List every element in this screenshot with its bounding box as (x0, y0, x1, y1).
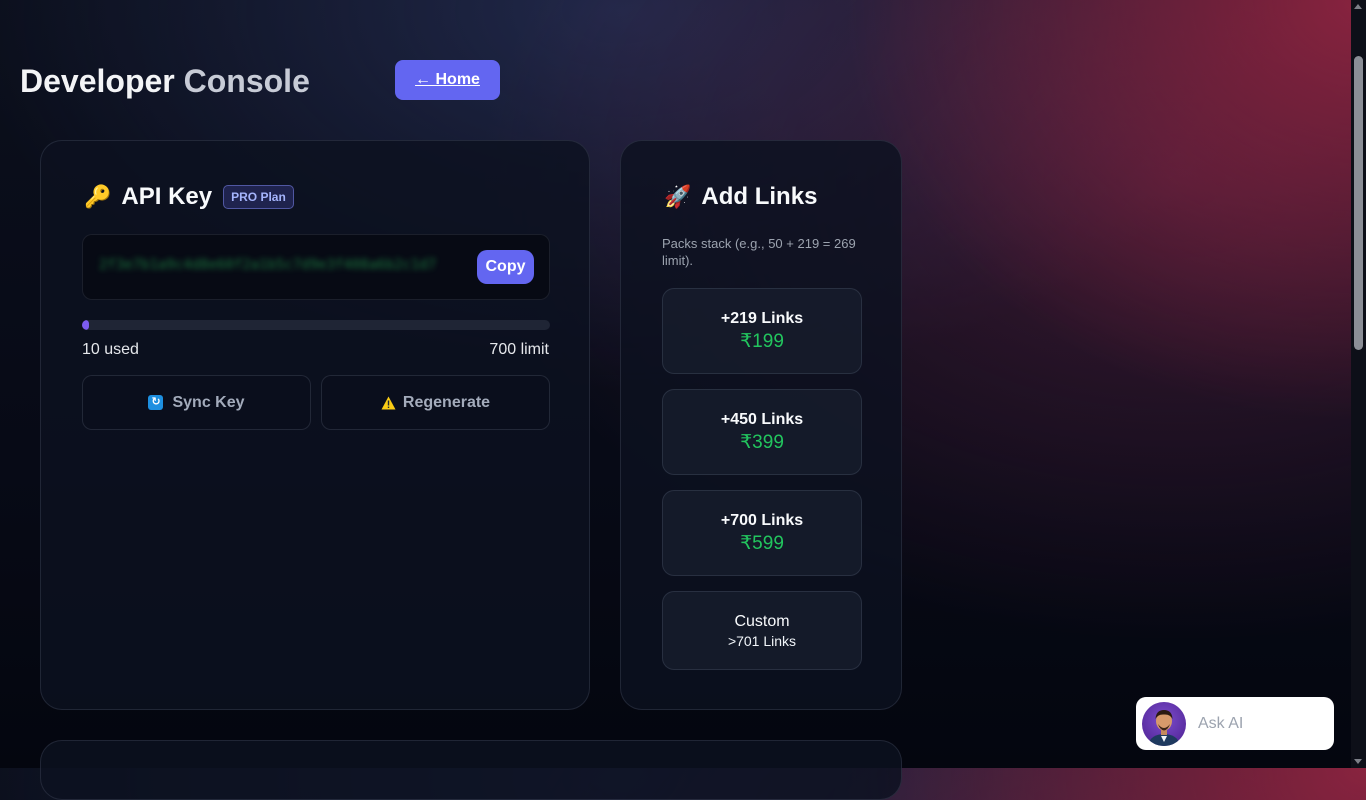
links-description: Packs stack (e.g., 50 + 219 = 269 limit)… (662, 236, 856, 268)
pack-700-links[interactable]: +700 Links ₹599 (662, 490, 862, 576)
pack-custom[interactable]: Custom >701 Links (662, 591, 862, 670)
sync-icon: ↻ (148, 395, 164, 410)
pack-custom-name: Custom (734, 613, 790, 630)
page-title-main: Developer (20, 63, 175, 99)
scroll-down-icon[interactable] (1354, 759, 1362, 764)
pack-name: +700 Links (720, 512, 804, 529)
scroll-up-icon[interactable] (1354, 4, 1362, 9)
rocket-icon: 🚀 (664, 184, 692, 209)
home-button[interactable]: ← Home (395, 60, 500, 100)
page-title-accent: Console (183, 63, 310, 99)
usage-progress-bar (82, 320, 550, 330)
usage-limit-label: 700 limit (489, 341, 549, 358)
avatar (1142, 701, 1186, 746)
usage-progress-fill (82, 320, 89, 330)
scroll-thumb[interactable] (1354, 56, 1363, 350)
pack-price: ₹599 (740, 533, 784, 554)
pack-name: +219 Links (720, 310, 804, 327)
key-icon: 🔑 (84, 184, 112, 209)
add-links-header: 🚀 Add Links (664, 183, 817, 211)
copy-button[interactable]: Copy (477, 250, 534, 284)
pack-219-links[interactable]: +219 Links ₹199 (662, 288, 862, 374)
usage-used-label: 10 used (82, 341, 139, 358)
pack-price: ₹399 (740, 432, 784, 453)
api-key-card: 🔑 API Key PRO Plan 2f3e7b1a9c4d8e60f2a1b… (40, 140, 590, 710)
regenerate-button[interactable]: Regenerate (321, 375, 550, 430)
ask-ai-button[interactable]: Ask AI (1136, 697, 1334, 750)
pack-450-links[interactable]: +450 Links ₹399 (662, 389, 862, 475)
add-links-card: 🚀 Add Links Packs stack (e.g., 50 + 219 … (620, 140, 902, 710)
api-key-value: 2f3e7b1a9c4d8e60f2a1b5c7d9e3f408a6b2c1d7 (99, 257, 437, 273)
pack-name: +450 Links (720, 411, 804, 428)
add-links-title: Add Links (701, 183, 818, 210)
scrollbar[interactable] (1351, 0, 1366, 768)
ask-ai-label: Ask AI (1198, 714, 1244, 732)
api-key-box: 2f3e7b1a9c4d8e60f2a1b5c7d9e3f408a6b2c1d7… (82, 234, 550, 300)
pack-price: ₹199 (740, 331, 784, 352)
sync-key-label: Sync Key (172, 393, 245, 411)
page-title: Developer Console (20, 60, 310, 102)
warning-icon (381, 396, 396, 410)
bottom-card (40, 740, 902, 800)
api-key-header: 🔑 API Key PRO Plan (84, 183, 294, 211)
sync-key-button[interactable]: ↻ Sync Key (82, 375, 311, 430)
api-key-title: API Key (121, 183, 213, 210)
plan-badge: PRO Plan (223, 185, 294, 209)
regenerate-label: Regenerate (402, 393, 491, 411)
pack-custom-sub: >701 Links (727, 633, 797, 649)
